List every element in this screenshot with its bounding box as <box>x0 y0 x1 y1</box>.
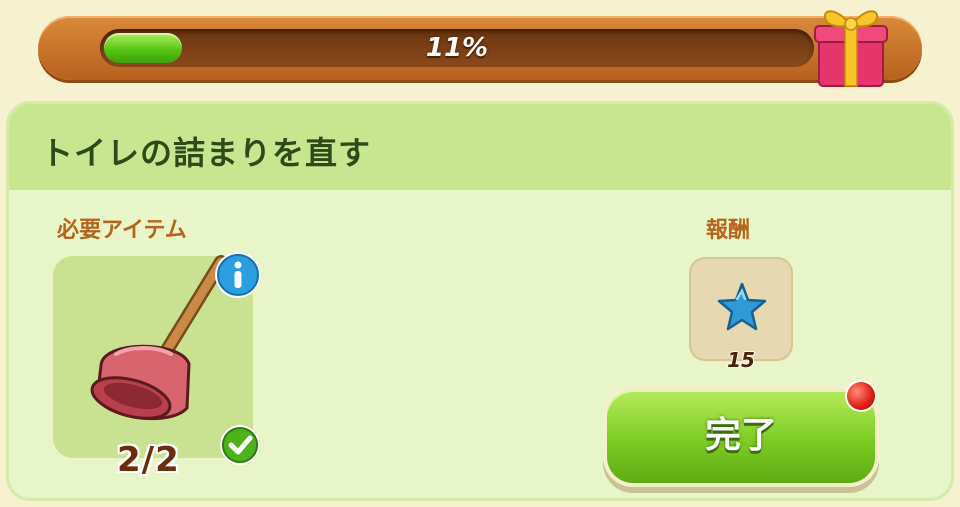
info-icon[interactable] <box>213 250 263 300</box>
reward-label: 報酬 <box>706 218 751 243</box>
quest-panel: トイレの詰まりを直す 必要アイテム 2/2 報酬 15 完了 <box>6 101 954 501</box>
notification-dot <box>847 382 875 410</box>
gift-icon[interactable] <box>805 0 897 92</box>
reward-card <box>689 257 793 361</box>
complete-button[interactable]: 完了 <box>607 389 875 483</box>
quest-title: トイレの詰まりを直す <box>41 134 372 172</box>
required-items-label: 必要アイテム <box>57 218 187 243</box>
blue-star-icon <box>717 282 767 331</box>
progress-bar-frame: 11% <box>38 16 922 80</box>
progress-track: 11% <box>100 29 814 67</box>
quest-header: トイレの詰まりを直す <box>9 104 951 190</box>
progress-percent: 11% <box>425 33 489 63</box>
item-count: 2/2 <box>117 440 180 480</box>
complete-button-label: 完了 <box>704 415 777 456</box>
reward-value: 15 <box>727 348 755 372</box>
check-icon <box>220 425 260 465</box>
